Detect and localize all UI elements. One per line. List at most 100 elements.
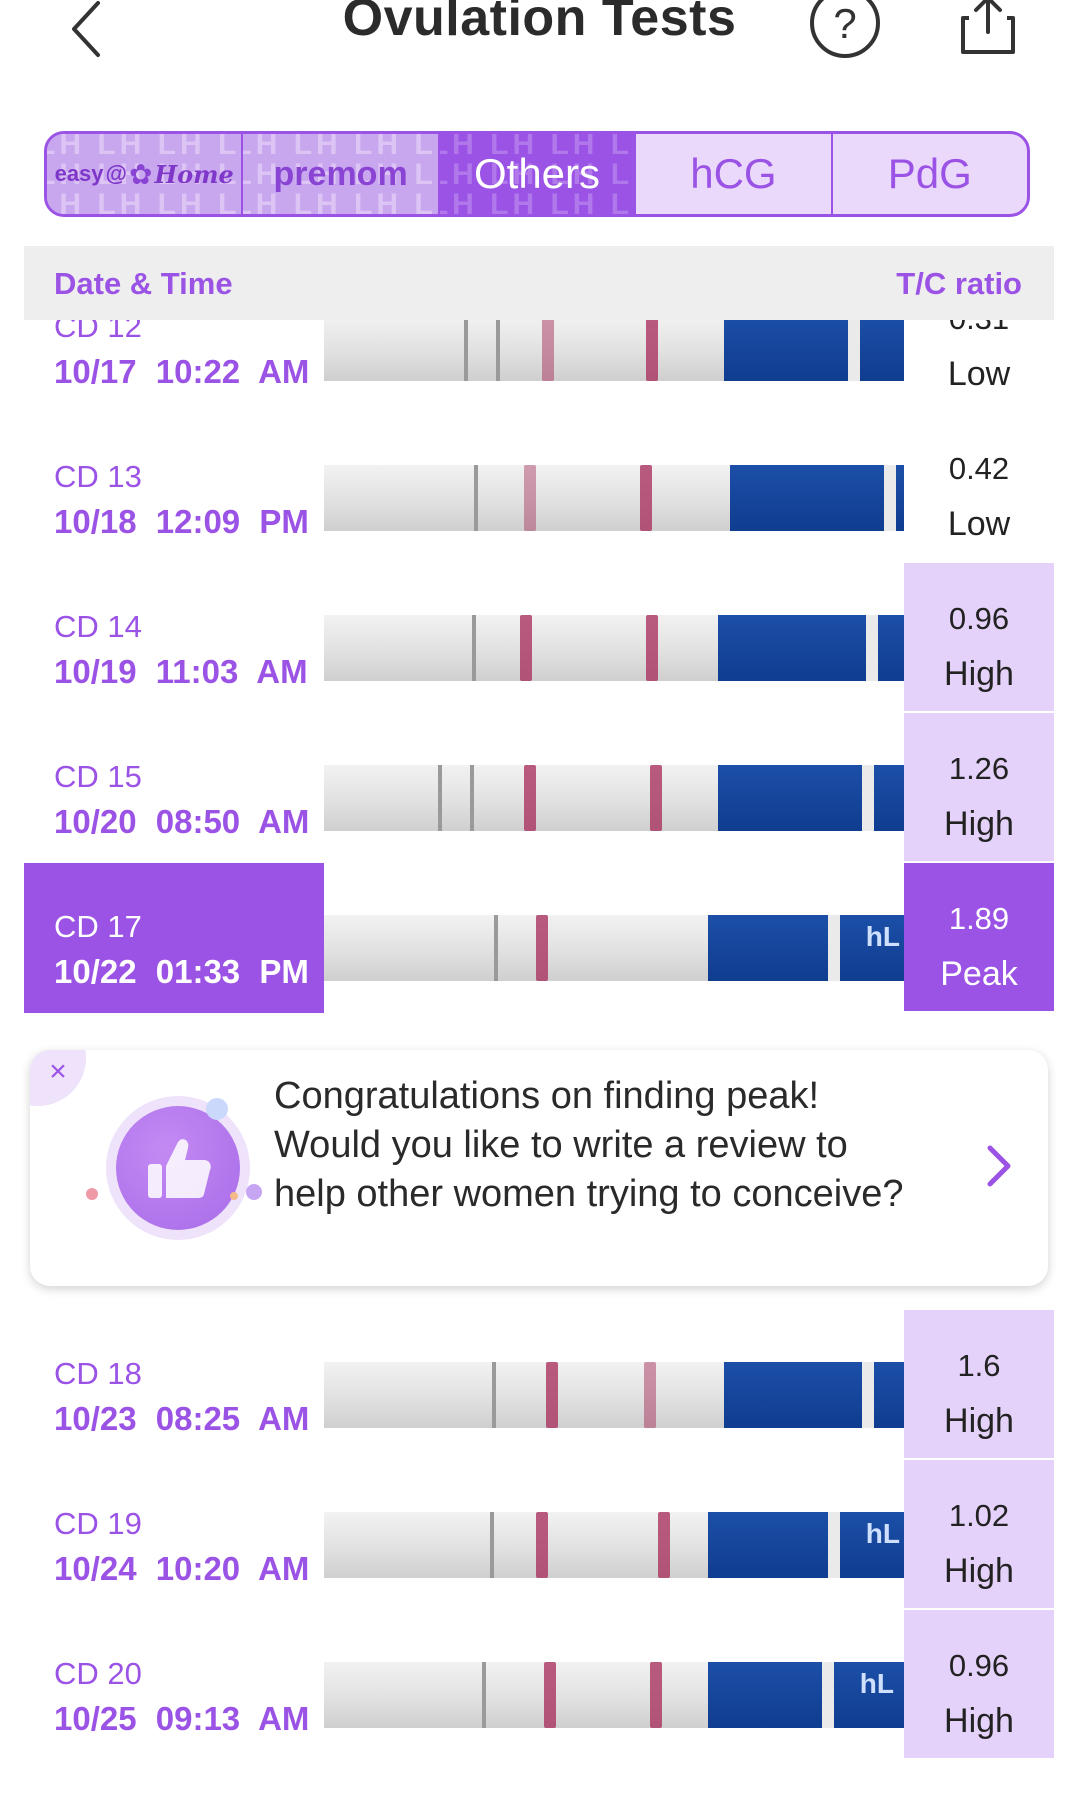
test-datetime: 10/18 12:09 PM — [54, 503, 309, 540]
premom-logo: premom — [273, 154, 408, 193]
test-row[interactable]: CD 14 10/19 11:03 AM 0.96 High — [24, 563, 1054, 713]
cycle-day: CD 12 — [54, 320, 142, 344]
strip-brand-text: hL — [859, 1668, 894, 1699]
tc-ratio-value: 1.02 — [948, 1498, 1010, 1533]
hormone-level: High — [944, 805, 1014, 843]
date-cell: CD 19 10/24 10:20 AM — [24, 1460, 324, 1610]
date-cell: CD 18 10/23 08:25 AM — [24, 1310, 324, 1460]
ratio-cell: 0.42 Low — [904, 413, 1054, 563]
question-circle-icon: ? — [810, 0, 880, 58]
tc-ratio-value: 1.89 — [948, 901, 1010, 936]
svg-text:?: ? — [833, 0, 856, 47]
logo-at-text: @ — [105, 161, 127, 186]
app-header: Ovulation Tests ? — [0, 0, 1079, 70]
hormone-level: High — [944, 1402, 1014, 1440]
test-row[interactable]: CD 12 10/17 10:22 AM 0.31 Low — [24, 320, 1054, 413]
tc-ratio-value: 1.6 — [957, 1348, 1001, 1383]
ratio-cell: 0.31 Low — [904, 320, 1054, 413]
strip-brand-text: hL — [865, 921, 900, 952]
test-strip-image: hL — [324, 915, 904, 981]
test-row[interactable]: CD 15 10/20 08:50 AM 1.26 High — [24, 713, 1054, 863]
date-cell: CD 17 10/22 01:33 PM — [24, 863, 324, 1013]
ratio-cell: 1.02 High — [904, 1460, 1054, 1610]
test-datetime: 10/17 10:22 AM — [54, 353, 310, 390]
test-strip-image — [324, 1362, 904, 1428]
test-datetime: 10/25 09:13 AM — [54, 1700, 310, 1737]
test-strip-image — [324, 615, 904, 681]
logo-easy-text: easy — [54, 161, 104, 186]
cycle-day: CD 20 — [54, 1656, 142, 1691]
cycle-day: CD 19 — [54, 1506, 142, 1541]
test-row[interactable]: CD 20 10/25 09:13 AM hL 0.96 High — [24, 1610, 1054, 1760]
ratio-cell: 0.96 High — [904, 1610, 1054, 1760]
cycle-day: CD 15 — [54, 759, 142, 794]
test-datetime: 10/19 11:03 AM — [54, 653, 308, 690]
help-button[interactable]: ? — [808, 0, 882, 60]
test-datetime: 10/23 08:25 AM — [54, 1400, 310, 1437]
date-cell: CD 15 10/20 08:50 AM — [24, 713, 324, 863]
logo-home-text: Home — [154, 159, 234, 189]
tab-easy-at-home[interactable]: easy @ ✿ Home — [47, 134, 244, 214]
test-datetime: 10/24 10:20 AM — [54, 1550, 310, 1587]
thumbs-up-icon — [148, 1139, 211, 1198]
test-row[interactable]: CD 19 10/24 10:20 AM hL 1.02 High — [24, 1460, 1054, 1610]
close-icon[interactable]: × — [40, 1054, 76, 1090]
tab-premom[interactable]: premom — [243, 134, 440, 214]
share-button[interactable] — [955, 0, 1021, 58]
test-row[interactable]: CD 18 10/23 08:25 AM 1.6 High — [24, 1310, 1054, 1460]
test-strip-image — [324, 765, 904, 831]
tab-others-label: Others — [473, 150, 601, 197]
tc-ratio-value: 0.96 — [948, 1648, 1010, 1683]
review-arrow-button[interactable] — [978, 1136, 1022, 1196]
tc-ratio-value: 0.42 — [948, 451, 1010, 486]
hormone-level: High — [944, 1552, 1014, 1590]
tab-hcg-label: hCG — [690, 150, 777, 197]
tab-others[interactable]: Others — [439, 134, 637, 214]
test-row-selected[interactable]: CD 17 10/22 01:33 PM hL 1.89 Peak — [24, 863, 1054, 1013]
hormone-level: High — [944, 1702, 1014, 1740]
tc-ratio-value: 0.31 — [904, 320, 1054, 337]
share-upload-icon — [961, 0, 1015, 54]
test-datetime: 10/20 08:50 AM — [54, 803, 310, 840]
ratio-cell: 1.26 High — [904, 713, 1054, 863]
ratio-cell: 1.89 Peak — [904, 863, 1054, 1013]
flower-icon: ✿ — [128, 158, 153, 190]
ratio-cell: 1.6 High — [904, 1310, 1054, 1460]
tab-pdg[interactable]: PdG — [833, 134, 1027, 214]
column-header-ratio: T/C ratio — [896, 266, 1022, 301]
tab-pdg-label: PdG — [887, 150, 972, 197]
hormone-level: Low — [947, 505, 1011, 543]
tc-ratio-value: 0.96 — [948, 601, 1010, 636]
test-strip-image — [324, 465, 904, 531]
tc-ratio-value: 1.26 — [948, 751, 1010, 786]
table-header: Date & Time T/C ratio — [24, 246, 1054, 320]
column-header-date: Date & Time — [54, 266, 233, 301]
review-prompt-card[interactable]: × Congratulations on finding peak! Would… — [30, 1050, 1048, 1286]
hormone-level: Peak — [940, 955, 1018, 993]
test-strip-image: hL — [324, 1662, 904, 1728]
brand-tab-bar: easy @ ✿ Home premom Others hCG PdG — [44, 131, 1030, 217]
date-cell: CD 20 10/25 09:13 AM — [24, 1610, 324, 1760]
hormone-level: Low — [947, 355, 1011, 393]
date-cell: CD 13 10/18 12:09 PM — [24, 413, 324, 563]
review-prompt-text: Congratulations on finding peak! Would y… — [274, 1075, 904, 1215]
easy-at-home-logo: easy @ ✿ Home — [55, 158, 234, 191]
cycle-day: CD 17 — [54, 909, 142, 944]
strip-brand-text: hL — [865, 1518, 900, 1549]
thumbs-up-illustration — [86, 1098, 262, 1240]
test-row[interactable]: CD 13 10/18 12:09 PM 0.42 Low — [24, 413, 1054, 563]
hormone-level: High — [944, 655, 1014, 693]
chevron-right-icon — [987, 1145, 1011, 1187]
cycle-day: CD 14 — [54, 609, 142, 644]
test-strip-image: hL — [324, 1512, 904, 1578]
tab-hcg[interactable]: hCG — [636, 134, 833, 214]
test-datetime: 10/22 01:33 PM — [54, 953, 309, 990]
cycle-day: CD 18 — [54, 1356, 142, 1391]
test-strip-image — [324, 320, 904, 381]
page-title: Ovulation Tests — [342, 0, 737, 47]
cycle-day: CD 13 — [54, 459, 142, 494]
date-cell: CD 14 10/19 11:03 AM — [24, 563, 324, 713]
ratio-cell: 0.96 High — [904, 563, 1054, 713]
date-cell: CD 12 10/17 10:22 AM — [24, 320, 324, 413]
test-list[interactable]: CD 12 10/17 10:22 AM 0.31 Low CD 13 10/1… — [0, 320, 1079, 1819]
